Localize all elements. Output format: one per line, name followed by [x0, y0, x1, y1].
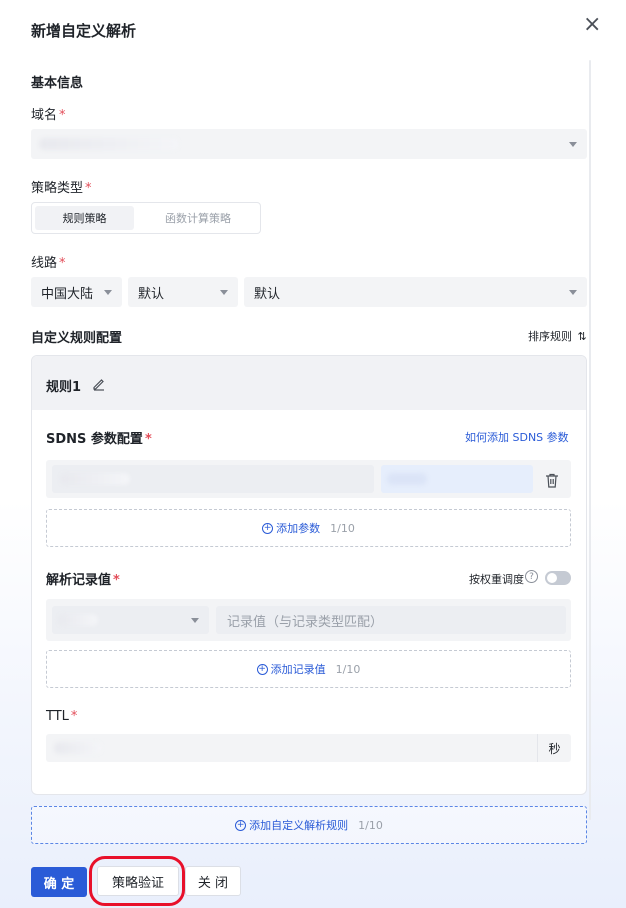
sdns-label: SDNS 参数配置 * [46, 432, 152, 447]
strategy-label: 策略类型 * [31, 181, 92, 196]
line-label: 线路 * [31, 256, 66, 271]
sdns-help-link[interactable]: 如何添加 SDNS 参数 [465, 429, 569, 445]
add-record-button[interactable]: + 添加记录值 1/10 [46, 650, 571, 688]
record-type-select[interactable] [52, 606, 209, 634]
weight-scheduling-label: 按权重调度 [469, 573, 524, 586]
chevron-down-icon [569, 142, 577, 147]
record-label: 解析记录值 * [46, 573, 120, 588]
confirm-button[interactable]: 确 定 [31, 867, 87, 897]
help-icon[interactable]: ? [525, 570, 538, 583]
strategy-option-rule[interactable]: 规则策略 [35, 206, 134, 230]
basic-info-title: 基本信息 [31, 76, 84, 91]
rule-title: 规则1 [46, 380, 82, 395]
ttl-input[interactable] [46, 734, 537, 762]
record-value-input[interactable]: 记录值（与记录类型匹配） [216, 606, 566, 634]
sdns-value-redacted [387, 473, 427, 485]
plus-circle-icon: + [256, 663, 268, 675]
toggle-knob [547, 573, 557, 583]
trash-icon[interactable] [545, 473, 559, 488]
edit-icon[interactable] [92, 376, 106, 391]
domain-value-redacted [39, 138, 179, 150]
strategy-option-function[interactable]: 函数计算策略 [136, 206, 260, 230]
sdns-key-redacted [60, 473, 130, 485]
close-button[interactable]: 关 闭 [185, 866, 241, 896]
sdns-param-key-input[interactable] [52, 465, 374, 493]
line-select-region[interactable]: 中国大陆 [31, 277, 122, 307]
line-select-isp[interactable]: 默认 [128, 277, 238, 307]
chevron-down-icon [191, 618, 199, 623]
record-type-redacted [58, 614, 98, 626]
ttl-value-redacted [54, 742, 102, 754]
rule-card-header [32, 356, 586, 410]
plus-circle-icon: + [262, 522, 274, 534]
weight-toggle[interactable] [545, 571, 571, 585]
domain-label: 域名 * [31, 108, 66, 123]
ttl-unit: 秒 [537, 734, 571, 762]
scrollbar[interactable] [589, 60, 591, 820]
add-custom-rule-button[interactable]: + 添加自定义解析规则 1/10 [31, 806, 587, 844]
add-param-button[interactable]: + 添加参数 1/10 [46, 509, 571, 547]
chevron-down-icon [220, 290, 228, 295]
close-icon[interactable]: × [583, 14, 601, 36]
line-select-detail[interactable]: 默认 [244, 277, 587, 307]
chevron-down-icon [569, 290, 577, 295]
strategy-segmented: 规则策略 函数计算策略 [31, 202, 261, 234]
plus-circle-icon: + [235, 819, 247, 831]
chevron-down-icon [104, 290, 112, 295]
sort-rules-button[interactable]: 排序规则 ⇅ [528, 328, 587, 344]
domain-select[interactable] [31, 129, 587, 159]
verify-button[interactable]: 策略验证 [97, 866, 179, 896]
dialog-title: 新增自定义解析 [31, 22, 137, 40]
custom-rules-title: 自定义规则配置 [31, 331, 123, 346]
sort-icon: ⇅ [577, 330, 587, 343]
sdns-param-value-input[interactable] [381, 465, 533, 493]
ttl-label: TTL * [46, 709, 78, 724]
